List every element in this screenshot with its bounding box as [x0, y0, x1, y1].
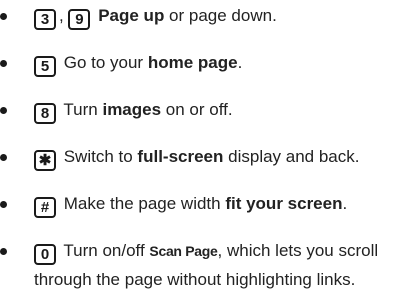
bullet-icon: [0, 154, 7, 161]
item-content: 8 Turn images on or off.: [34, 98, 420, 124]
item-content: # Make the page width fit your screen.: [34, 192, 420, 218]
term-home-page: home page: [147, 53, 238, 72]
term-images: images: [102, 100, 162, 119]
key-star-icon: ✱: [34, 150, 56, 171]
term-fit-your-screen: fit your screen: [225, 194, 343, 213]
item-text: Turn: [59, 100, 103, 119]
bullet-icon: [0, 201, 7, 208]
bullet-icon: [0, 13, 7, 20]
term-full-screen: full-screen: [137, 147, 224, 166]
item-content: ✱ Switch to full-screen display and back…: [34, 145, 420, 171]
separator: ,: [59, 6, 64, 25]
item-text-end: on or off.: [161, 100, 233, 119]
bullet-icon: [0, 107, 7, 114]
key-5-icon: 5: [34, 56, 56, 77]
shortcut-list: 3, 9 Page up or page down. 5 Go to your …: [0, 0, 420, 289]
item-text: or page down.: [164, 6, 277, 25]
item-text: Turn on/off: [59, 241, 150, 260]
item-content: 0 Turn on/off Scan Page, which lets you …: [34, 239, 420, 265]
key-8-icon: 8: [34, 103, 56, 124]
key-9-icon: 9: [68, 9, 91, 30]
term-scan-page: Scan Page: [149, 243, 218, 259]
item-text-end: .: [237, 53, 243, 72]
item-text-end: display and back.: [223, 147, 360, 166]
item-text-continuation: through the page without highlighting li…: [34, 270, 356, 289]
bullet-icon: [0, 60, 7, 67]
item-text: Go to your: [59, 53, 148, 72]
bullet-icon: [0, 248, 7, 255]
key-0-icon: 0: [34, 244, 56, 265]
item-text-end: , which lets you scroll: [217, 241, 379, 260]
key-3-icon: 3: [34, 9, 56, 30]
term-page-up: Page up: [98, 6, 165, 25]
item-content: 3, 9 Page up or page down.: [34, 4, 420, 30]
item-text-end: .: [342, 194, 348, 213]
item-text: Make the page width: [59, 194, 226, 213]
key-hash-icon: #: [34, 197, 56, 218]
item-text: Switch to: [59, 147, 138, 166]
item-content: 5 Go to your home page.: [34, 51, 420, 77]
